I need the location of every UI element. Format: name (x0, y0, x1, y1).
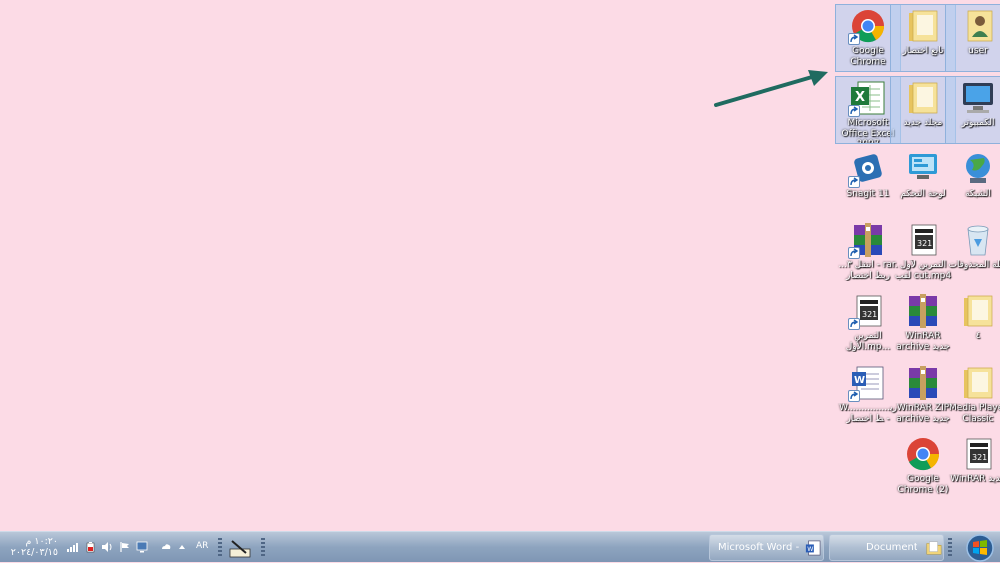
shortcut-arrow-icon (848, 318, 860, 330)
recycle-bin-icon (958, 221, 998, 259)
desktop-icon[interactable]: user (945, 4, 1000, 72)
excel-icon: X (848, 79, 888, 117)
windows-orb-icon[interactable] (965, 533, 995, 563)
shortcut-arrow-icon (848, 390, 860, 402)
folder-icon (958, 364, 998, 402)
toolbar-grip[interactable] (948, 538, 952, 558)
user-folder-icon (958, 7, 998, 45)
winrar-icon (903, 364, 943, 402)
chrome-icon (903, 435, 943, 473)
desktop-icon[interactable]: الشبكة (945, 148, 1000, 216)
onedrive-icon[interactable] (160, 541, 172, 553)
svg-text:X: X (855, 90, 865, 105)
taskbar: ١٠:٢٠ م ٢٠٢٤/٠٣/١٥ AR Microsoft Word - .… (0, 531, 1000, 562)
chrome-icon (848, 7, 888, 45)
battery-icon[interactable] (84, 541, 96, 553)
word-icon: W (806, 540, 821, 555)
shortcut-arrow-icon (848, 176, 860, 188)
computer-icon (958, 79, 998, 117)
folder-icon (958, 292, 998, 330)
word-doc-icon: W (848, 364, 888, 402)
taskbar-button-label: Microsoft Word - ... (718, 542, 801, 553)
desktop-icon[interactable]: 321 WinRAR جديد (945, 433, 1000, 501)
desktop-icon[interactable]: سلة المحذوفات (945, 219, 1000, 287)
annotation-arrow (714, 70, 828, 107)
svg-text:321: 321 (972, 453, 987, 462)
desktop-icon-label: Media Player Classic (949, 403, 1000, 424)
network-tray-icon[interactable] (136, 541, 148, 553)
folder-icon (903, 79, 943, 117)
desktop-icon-label: سلة المحذوفات (948, 260, 1000, 270)
desktop-icon[interactable]: ٤ (945, 290, 1000, 358)
network-icon (958, 150, 998, 188)
speaker-icon[interactable] (101, 541, 113, 553)
svg-text:W: W (854, 375, 865, 386)
folder-icon (903, 7, 943, 45)
winrar-icon (848, 221, 888, 259)
toolbar-grip[interactable] (218, 538, 222, 558)
desktop-icon-label: الشبكة (965, 189, 991, 199)
clock-date: ٢٠٢٤/٠٣/١٥ (10, 547, 58, 558)
desktop-icon-label: ٤ (975, 331, 981, 341)
shortcut-arrow-icon (848, 247, 860, 259)
svg-text:321: 321 (917, 239, 932, 248)
shortcut-arrow-icon (848, 105, 860, 117)
control-panel-icon (903, 150, 943, 188)
desktop-icon-label: WinRAR جديد (950, 474, 1000, 484)
svg-text:W: W (807, 546, 813, 553)
quicklaunch-icon[interactable] (228, 537, 252, 559)
desktop-icon[interactable]: الكمبيوتر (945, 76, 1000, 144)
clock[interactable]: ١٠:٢٠ م ٢٠٢٤/٠٣/١٥ (10, 536, 58, 558)
taskbar-button-documents[interactable]: Documents (829, 534, 944, 561)
flag-icon[interactable] (119, 541, 131, 553)
language-indicator[interactable]: AR (196, 541, 208, 551)
desktop-icon-label: user (968, 46, 988, 56)
taskbar-button-label: Documents (866, 542, 918, 553)
desktop-icon[interactable]: Media Player Classic (945, 362, 1000, 430)
video-file-icon: 321 (903, 221, 943, 259)
toolbar-grip[interactable] (261, 538, 265, 558)
signal-icon[interactable] (66, 541, 78, 553)
desktop[interactable]: Google Chrome تابع اختصار user X Microsoft O… (0, 0, 1000, 531)
winrar-icon (903, 292, 943, 330)
desktop-icon-label: الكمبيوتر (961, 118, 995, 128)
svg-text:321: 321 (862, 310, 877, 319)
video-file-icon: 321 (958, 435, 998, 473)
snagit-icon (848, 150, 888, 188)
folder-icon (926, 541, 942, 555)
shortcut-arrow-icon (848, 33, 860, 45)
video-file-icon: 321 (848, 292, 888, 330)
show-hidden-icon[interactable] (176, 541, 188, 553)
taskbar-button-word[interactable]: Microsoft Word - ... W (709, 534, 824, 561)
clock-time: ١٠:٢٠ م (25, 536, 58, 547)
